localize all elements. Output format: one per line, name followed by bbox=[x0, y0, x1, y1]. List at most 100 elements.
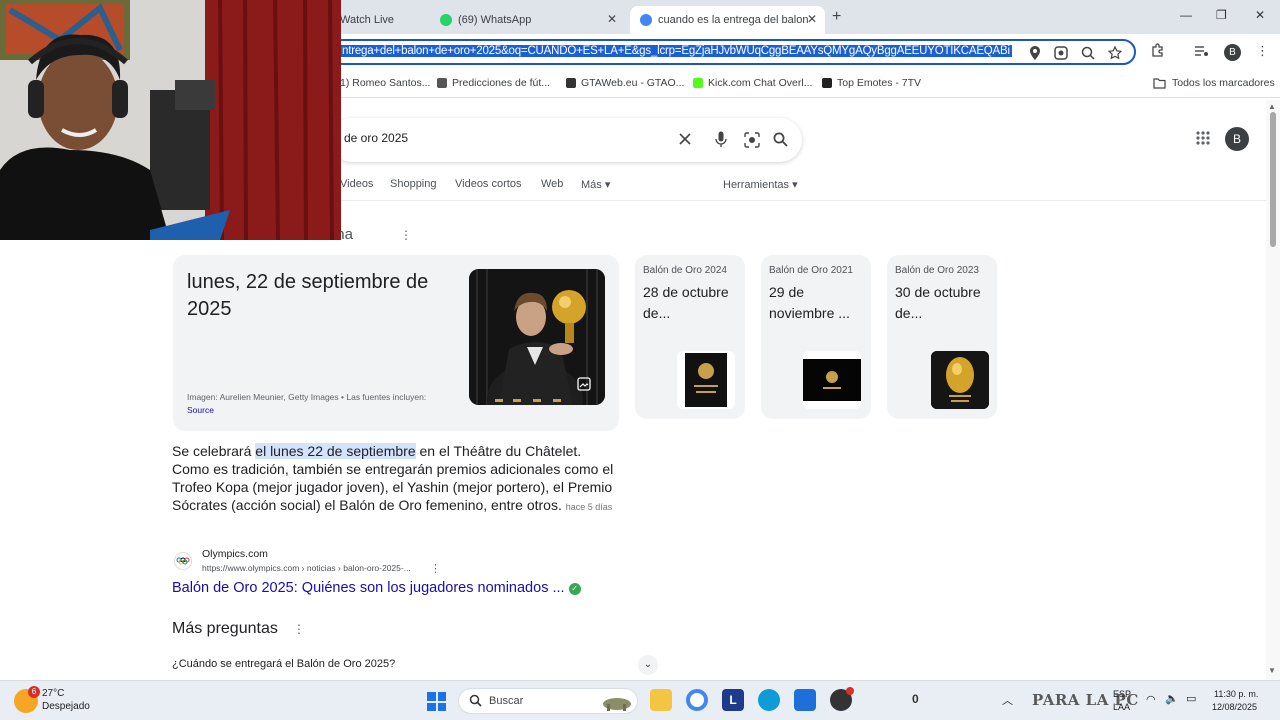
chrome-icon[interactable] bbox=[686, 689, 708, 711]
file-explorer-icon[interactable] bbox=[650, 689, 672, 711]
address-text[interactable]: ntrega+del+balon+de+oro+2025&oq=CUANDO+E… bbox=[340, 45, 1012, 57]
weather-temperature[interactable]: 27°C bbox=[42, 688, 64, 699]
browser-menu-icon[interactable]: ⋮ bbox=[1256, 43, 1269, 59]
voice-search-icon[interactable] bbox=[715, 131, 727, 148]
more-questions-menu-icon[interactable]: ⋮ bbox=[293, 622, 305, 636]
image-expand-icon[interactable] bbox=[577, 377, 591, 391]
bookmark-item[interactable]: Top Emotes - 7TV bbox=[822, 77, 921, 89]
snippet-text: Se celebrará bbox=[172, 443, 256, 459]
wifi-icon[interactable]: ◠ bbox=[1146, 693, 1156, 706]
result-title-link[interactable]: Balón de Oro 2025: Quiénes son los jugad… bbox=[172, 580, 581, 596]
clock-time[interactable]: 11:30 p. m. bbox=[1214, 689, 1258, 699]
player-photo[interactable] bbox=[469, 269, 605, 405]
extensions-icon[interactable] bbox=[1150, 43, 1165, 58]
page-scrollbar[interactable]: ▲ ▼ bbox=[1266, 100, 1280, 680]
olympics-favicon-icon bbox=[174, 552, 192, 570]
related-value: 29 de noviembre ... bbox=[769, 284, 850, 321]
media-control-icon[interactable] bbox=[1194, 43, 1209, 58]
tab-shopping[interactable]: Shopping bbox=[390, 178, 437, 190]
input-layout[interactable]: LAA bbox=[1113, 702, 1130, 712]
related-value: 30 de octubre de... bbox=[895, 284, 981, 321]
weather-condition[interactable]: Despejado bbox=[42, 701, 90, 712]
search-box[interactable]: de oro 2025 bbox=[330, 118, 802, 162]
folder-icon bbox=[1153, 77, 1166, 89]
related-question[interactable]: ¿Cuándo se entregará el Balón de Oro 202… bbox=[172, 658, 395, 670]
google-account-avatar[interactable]: B bbox=[1225, 127, 1249, 151]
image-caption: Imagen: Aurelien Meunier, Getty Images •… bbox=[187, 391, 447, 417]
windows-taskbar: 6 27°C Despejado Buscar L 0 ︿ PARA LA PC… bbox=[0, 680, 1280, 720]
windows-start-icon[interactable] bbox=[427, 692, 446, 711]
image-search-icon[interactable] bbox=[744, 132, 760, 148]
google-apps-icon[interactable] bbox=[1196, 131, 1210, 145]
related-card-2021[interactable]: Balón de Oro 2021 29 de noviembre ... bbox=[761, 255, 871, 419]
address-bar[interactable]: ntrega+del+balon+de+oro+2025&oq=CUANDO+E… bbox=[330, 39, 1136, 65]
snippet-age: hace 5 días bbox=[565, 502, 613, 512]
scroll-down-icon[interactable]: ▼ bbox=[1268, 666, 1276, 675]
result-site-name[interactable]: Olympics.com bbox=[202, 548, 268, 560]
tab-title: (69) WhatsApp bbox=[458, 14, 532, 26]
profile-avatar[interactable]: B bbox=[1224, 44, 1241, 61]
location-icon[interactable] bbox=[1029, 46, 1041, 60]
close-window-button[interactable]: ✕ bbox=[1255, 8, 1265, 22]
related-label: Balón de Oro 2021 bbox=[769, 265, 853, 276]
kick-icon bbox=[693, 78, 703, 88]
close-tab-icon[interactable]: ✕ bbox=[607, 12, 617, 26]
taskbar-search[interactable]: Buscar bbox=[458, 688, 638, 714]
tab-web[interactable]: Web bbox=[541, 178, 563, 190]
tab-videos-cortos[interactable]: Videos cortos bbox=[455, 178, 521, 190]
bookmark-item[interactable]: GTAWeb.eu - GTAO... bbox=[566, 77, 684, 89]
result-title[interactable]: Balón de Oro 2025: Quiénes son los jugad… bbox=[172, 580, 565, 596]
breadcrumb-menu-icon[interactable]: ⋮ bbox=[400, 228, 412, 242]
all-bookmarks-button[interactable]: Todos los marcadores bbox=[1153, 77, 1275, 89]
result-menu-icon[interactable]: ⋮ bbox=[430, 562, 441, 575]
featured-answer-card: lunes, 22 de septiembre de 2025 Imagen: … bbox=[173, 255, 619, 431]
lens-icon[interactable] bbox=[1054, 46, 1068, 60]
zoom-icon[interactable] bbox=[1081, 46, 1095, 60]
related-card-2023[interactable]: Balón de Oro 2023 30 de octubre de... bbox=[887, 255, 997, 419]
tab-whatsapp[interactable]: (69) WhatsApp ✕ bbox=[430, 6, 625, 34]
bookmark-label: GTAWeb.eu - GTAO... bbox=[581, 77, 685, 89]
close-tab-icon[interactable]: ✕ bbox=[807, 12, 817, 26]
bookmark-item[interactable]: Predicciones de fút... bbox=[437, 77, 550, 89]
tab-google-search[interactable]: cuando es la entrega del balon ✕ bbox=[630, 6, 825, 34]
new-tab-button[interactable]: + bbox=[832, 8, 841, 26]
tab-videos[interactable]: Videos bbox=[340, 178, 373, 190]
chevron-down-icon[interactable]: ⌄ bbox=[638, 655, 658, 675]
search-query[interactable]: de oro 2025 bbox=[344, 131, 408, 145]
bookmark-item[interactable]: Kick.com Chat Overl... bbox=[693, 77, 812, 89]
bookmark-label: Predicciones de fút... bbox=[452, 77, 551, 89]
answer-snippet: Se celebrará el lunes 22 de septiembre e… bbox=[172, 442, 622, 516]
tray-chevron-icon[interactable]: ︿ bbox=[1002, 692, 1013, 708]
screen: Watch Live (69) WhatsApp ✕ cuando es la … bbox=[0, 0, 1280, 720]
clear-search-icon[interactable] bbox=[678, 132, 692, 146]
related-card-2024[interactable]: Balón de Oro 2024 28 de octubre de... bbox=[635, 255, 745, 419]
streamer-webcam-image bbox=[0, 0, 341, 240]
tab-more[interactable]: Más ▾ bbox=[581, 178, 610, 191]
edge-icon[interactable] bbox=[758, 689, 780, 711]
search-icon[interactable] bbox=[773, 132, 788, 147]
tools-button[interactable]: Herramientas ▾ bbox=[723, 178, 798, 191]
scroll-up-icon[interactable]: ▲ bbox=[1268, 102, 1276, 111]
maximize-button[interactable]: ❐ bbox=[1216, 8, 1227, 22]
bookmark-label: Top Emotes - 7TV bbox=[837, 77, 922, 89]
verified-check-icon: ✓ bbox=[568, 583, 581, 595]
ballon-dor-logo-thumb bbox=[677, 351, 735, 409]
source-link[interactable]: Source bbox=[187, 404, 447, 417]
ballon-dor-thumb bbox=[803, 351, 861, 409]
store-icon[interactable] bbox=[794, 689, 816, 711]
launcher-l-icon[interactable]: L bbox=[722, 689, 744, 711]
clock-date[interactable]: 12/08/2025 bbox=[1212, 702, 1257, 712]
tray-counter: 0 bbox=[912, 692, 919, 706]
result-url[interactable]: https://www.olympics.com › noticias › ba… bbox=[202, 563, 411, 573]
bookmark-item[interactable]: 1) Romeo Santos... bbox=[340, 77, 430, 89]
input-language[interactable]: ESP bbox=[1113, 689, 1131, 699]
bookmark-favicon-icon bbox=[566, 78, 576, 88]
volume-icon[interactable]: 🔈 bbox=[1165, 692, 1179, 705]
caption-text: Imagen: Aurelien Meunier, Getty Images •… bbox=[187, 392, 427, 402]
tab-watch-live[interactable]: Watch Live bbox=[330, 6, 425, 34]
bookmark-star-icon[interactable] bbox=[1108, 46, 1122, 60]
more-questions-heading: Más preguntas bbox=[172, 620, 278, 637]
scroll-thumb[interactable] bbox=[1270, 112, 1276, 247]
battery-icon[interactable]: ▭ bbox=[1186, 692, 1196, 705]
minimize-button[interactable]: — bbox=[1180, 8, 1192, 22]
